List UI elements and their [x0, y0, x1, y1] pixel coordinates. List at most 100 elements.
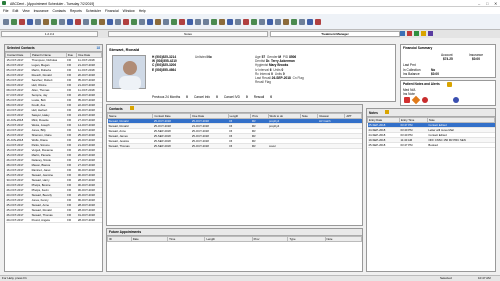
- toolbar-button-40[interactable]: [315, 18, 321, 25]
- future-appointments-header-1[interactable]: Date: [130, 236, 169, 242]
- selected-contacts-cell: 29-OCT-2017: [5, 217, 31, 223]
- edit-contact-icon[interactable]: [129, 106, 134, 110]
- maximize-icon[interactable]: □: [486, 1, 488, 6]
- toolbar-button-8[interactable]: [59, 18, 65, 25]
- status-text: For Help, press F1: [2, 276, 27, 280]
- menu-item-reports[interactable]: Reports: [70, 9, 82, 13]
- future-appointments-title: Future Appointments: [107, 229, 362, 236]
- toolbar-button-20[interactable]: [155, 18, 161, 25]
- toolbar-button-17[interactable]: [131, 18, 137, 25]
- future-appointments-header-5[interactable]: Type: [287, 236, 326, 242]
- toolbar-button-2[interactable]: [11, 18, 17, 25]
- future-appointments-header-2[interactable]: Time: [167, 236, 206, 242]
- ins-note-label: Ins Note: [403, 92, 415, 96]
- edit-note-icon[interactable]: [447, 82, 452, 87]
- toolbar-button-16[interactable]: [123, 18, 129, 25]
- contacts-cell: 25-SEP-2018: [152, 143, 191, 149]
- toolbar-button-24[interactable]: [187, 18, 193, 25]
- toolbar-button-22[interactable]: [171, 18, 177, 25]
- toolbar-button-3[interactable]: [19, 18, 25, 25]
- alert-icon[interactable]: [407, 31, 412, 36]
- star-icon[interactable]: [421, 31, 426, 36]
- financial-summary-panel: Financial Summary Account Insurance $74.…: [400, 44, 496, 78]
- contacts-panel: Contacts Name Contact Date Due Date Length P…: [106, 104, 363, 226]
- toolbar-button-32[interactable]: [251, 18, 257, 25]
- toolbar-button-13[interactable]: [99, 18, 105, 25]
- future-appointments-header-0[interactable]: ID: [107, 236, 132, 242]
- chart-icon[interactable]: [414, 31, 419, 36]
- menu-bar: File Edit View Insurance Contacts Reports Sche…: [0, 7, 500, 14]
- close-icon[interactable]: ✕: [494, 1, 497, 6]
- toolbar-button-39[interactable]: [307, 18, 313, 25]
- tab-treatment-manager[interactable]: Treatment Manager: [270, 31, 400, 37]
- minimize-icon[interactable]: –: [478, 1, 480, 6]
- contacts-header: Contacts: [107, 105, 362, 113]
- menu-item-window[interactable]: Window: [123, 9, 135, 13]
- toolbar-button-37[interactable]: [291, 18, 297, 25]
- future-appointments-header-3[interactable]: Length: [204, 236, 253, 242]
- menu-item-contacts[interactable]: Contacts: [53, 9, 66, 13]
- selected-contacts-row[interactable]: 29-OCT-2017 Pound, Angela FR 28-OCT-2018: [5, 217, 102, 223]
- selected-contacts-cell: 28-OCT-2018: [76, 217, 102, 223]
- menu-item-help[interactable]: Help: [139, 9, 146, 13]
- toolbar-button-35[interactable]: [275, 18, 281, 25]
- contacts-cell: [300, 143, 318, 149]
- toolbar-button-1[interactable]: [3, 18, 9, 25]
- toolbar-button-4[interactable]: [27, 18, 33, 25]
- toolbar-button-11[interactable]: [83, 18, 89, 25]
- toolbar-button-33[interactable]: [259, 18, 265, 25]
- contacts-cell: FR: [250, 143, 269, 149]
- toolbar-button-6[interactable]: [43, 18, 49, 25]
- menu-item-file[interactable]: File: [3, 9, 8, 13]
- recall-flag-label: Recall Flag: [255, 80, 271, 85]
- contacts-cell: 15: [228, 143, 251, 149]
- toolbar-button-25[interactable]: [195, 18, 201, 25]
- tab-1234[interactable]: 1.2.3.4: [1, 31, 98, 37]
- ins-balance-value: $0.00: [431, 72, 439, 76]
- allergy-icon[interactable]: [422, 97, 428, 103]
- previous-24-months-count: 0: [186, 95, 188, 99]
- selected-contacts-row[interactable]: 15-OCT-2017 Thompson, Nicholas FR 11-OCT-20…: [5, 57, 102, 63]
- user-icon[interactable]: [428, 31, 433, 36]
- toolbar-button-38[interactable]: [299, 18, 305, 25]
- toolbar-button-18[interactable]: [139, 18, 145, 25]
- menu-item-insurance[interactable]: Insurance: [34, 9, 49, 13]
- toolbar-button-14[interactable]: [107, 18, 113, 25]
- toolbar-button-23[interactable]: [179, 18, 185, 25]
- tab-notes[interactable]: Notes: [108, 31, 268, 37]
- toolbar-button-10[interactable]: [75, 18, 81, 25]
- future-appointments-header-4[interactable]: Prov: [251, 236, 289, 242]
- toolbar-button-9[interactable]: [67, 18, 73, 25]
- notes-row[interactable]: 25-SEP-2018 03:47 PM Booked: [367, 142, 495, 148]
- selected-contacts-cell: FR: [66, 217, 77, 223]
- medical-alert-icon[interactable]: [404, 97, 410, 103]
- toolbar-button-19[interactable]: [147, 18, 153, 25]
- toolbar-button-28[interactable]: [219, 18, 225, 25]
- future-appointments-header-6[interactable]: Note: [324, 236, 363, 242]
- last-recall-value: 26-SEP-2018: [271, 76, 291, 81]
- toolbar-button-27[interactable]: [211, 18, 217, 25]
- toolbar-button-31[interactable]: [243, 18, 249, 25]
- menu-item-view[interactable]: View: [22, 9, 29, 13]
- toolbar-button-12[interactable]: [91, 18, 97, 25]
- contacts-row[interactable]: Stewart, Thomas 25-SEP-2018 25-OCT-2018 15 F…: [107, 143, 362, 149]
- toolbar-button-29[interactable]: [227, 18, 233, 25]
- contacts-table: Name Contact Date Due Date Length Prov Work t…: [107, 113, 362, 149]
- toolbar-button-34[interactable]: [267, 18, 273, 25]
- toolbar-button-26[interactable]: [203, 18, 209, 25]
- unlisted-field: Unlisted No: [195, 55, 212, 59]
- toolbar-button-36[interactable]: [283, 18, 289, 25]
- menu-item-scheduler[interactable]: Scheduler: [86, 9, 101, 13]
- menu-item-edit[interactable]: Edit: [12, 9, 18, 13]
- warning-icon[interactable]: [411, 95, 421, 105]
- add-note-icon[interactable]: [384, 110, 389, 114]
- calendar-icon[interactable]: [400, 31, 405, 36]
- toolbar-button-7[interactable]: [51, 18, 57, 25]
- toolbar-button-21[interactable]: [163, 18, 169, 25]
- toolbar-button-30[interactable]: [235, 18, 241, 25]
- toolbar-button-5[interactable]: [35, 18, 41, 25]
- toolbar-button-15[interactable]: [115, 18, 121, 25]
- menu-item-financial[interactable]: Financial: [105, 9, 119, 13]
- contacts-title: Contacts: [109, 107, 123, 111]
- info-icon[interactable]: [453, 97, 459, 103]
